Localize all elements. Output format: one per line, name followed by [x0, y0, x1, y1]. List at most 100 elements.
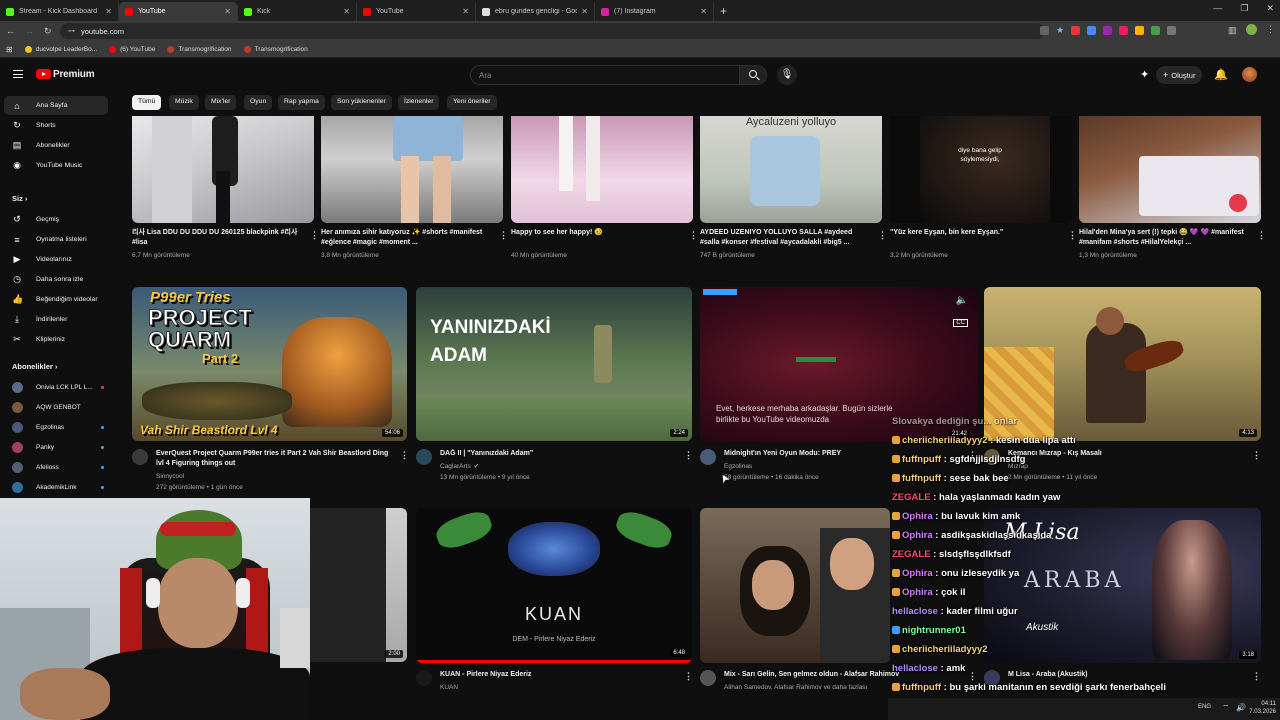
extension-icon[interactable]	[1071, 26, 1081, 35]
short-thumbnail[interactable]	[132, 116, 314, 223]
sidebar-item-your-videos[interactable]: ▶ Videolarınız	[4, 250, 108, 269]
channel-name[interactable]: CaglarArts ✔	[440, 461, 479, 472]
subscriptions-heading[interactable]: Abonelikler ›	[12, 362, 57, 371]
short-thumbnail[interactable]	[1079, 116, 1261, 223]
video-thumbnail[interactable]: KUAN DEM - Pirlere Niyaz Ederiz 6:48	[416, 508, 692, 663]
menu-hamburger-icon[interactable]	[13, 70, 23, 78]
channel-name[interactable]: KUAN	[440, 682, 458, 693]
side-panel-icon[interactable]: ▥	[1228, 25, 1237, 36]
install-icon[interactable]	[1040, 26, 1049, 35]
chat-username[interactable]: fuffnpuff	[902, 454, 941, 465]
bookmark-item[interactable]: Transmogrification	[243, 45, 308, 53]
chat-username[interactable]: Ophira	[902, 587, 933, 598]
channel-name[interactable]: Sinnycool	[156, 471, 184, 482]
filter-chip[interactable]: İzlenenler	[398, 95, 440, 110]
short-thumbnail[interactable]	[511, 116, 693, 223]
you-section-heading[interactable]: Siz ›	[12, 194, 27, 203]
sidebar-item-liked[interactable]: 👍 Beğendiğim videolar	[4, 290, 108, 309]
filter-chip[interactable]: Mix'ler	[205, 95, 237, 110]
browser-tab[interactable]: YouTube ✕	[119, 2, 238, 21]
captions-icon[interactable]: CC	[953, 319, 968, 327]
short-title[interactable]: 리사 Lisa DDU DU DDU DU 260125 blackpink #…	[132, 228, 302, 248]
more-options-icon[interactable]: ⋮	[499, 230, 508, 241]
extension-icon[interactable]	[1087, 26, 1097, 35]
apps-grid-icon[interactable]: ⊞	[6, 45, 13, 54]
filter-chip[interactable]: Tümü	[132, 95, 162, 110]
video-thumbnail[interactable]	[700, 508, 890, 663]
sidebar-subscription[interactable]: Afelioss	[4, 458, 108, 477]
forward-icon[interactable]: →	[25, 26, 34, 36]
sidebar-subscription[interactable]: Panky	[4, 438, 108, 457]
browser-tab[interactable]: Stream - Kick Dashboard ✕	[0, 2, 119, 21]
address-bar[interactable]: ⊶ youtube.com	[60, 23, 1045, 39]
channel-name[interactable]: Egzolinas	[724, 461, 752, 472]
short-thumbnail[interactable]: Aycaluzeni yolluyo	[700, 116, 882, 223]
more-options-icon[interactable]: ⋮	[310, 230, 319, 241]
short-title[interactable]: AYDEED UZENIYO YOLLUYO SALLA #aydeed #sa…	[700, 228, 870, 248]
sidebar-subscription[interactable]: AkademikLink	[4, 478, 108, 497]
create-button[interactable]: + Oluştur	[1156, 66, 1202, 84]
back-icon[interactable]: ←	[6, 26, 15, 36]
chat-username[interactable]: Ophira	[902, 530, 933, 541]
browser-tab[interactable]: Kick ✕	[238, 2, 357, 21]
more-options-icon[interactable]: ⋮	[400, 450, 409, 461]
filter-chip[interactable]: Son yüklenenler	[331, 95, 392, 110]
chat-username[interactable]: hellaclose	[892, 663, 938, 674]
site-info-icon[interactable]: ⊶	[68, 27, 75, 35]
channel-avatar[interactable]	[416, 670, 432, 686]
maximize-icon[interactable]: ❐	[1240, 3, 1248, 14]
keyboard-language[interactable]: ENG	[1198, 704, 1211, 710]
video-title[interactable]: EverQuest Project Quarm P99er tries it P…	[156, 449, 396, 469]
channel-avatar[interactable]	[700, 670, 716, 686]
extension-icon[interactable]	[1135, 26, 1145, 35]
chat-username[interactable]: fuffnpuff	[902, 682, 941, 693]
extension-icon[interactable]	[1119, 26, 1129, 35]
sidebar-item-music[interactable]: ◉ YouTube Music	[4, 156, 108, 175]
sidebar-item-playlists[interactable]: ≡ Oynatma listeleri	[4, 230, 108, 249]
tab-close-icon[interactable]: ✕	[343, 7, 350, 16]
short-thumbnail[interactable]	[321, 116, 503, 223]
channel-avatar[interactable]	[416, 449, 432, 465]
more-options-icon[interactable]: ⋮	[689, 230, 698, 241]
bookmark-item[interactable]: (6) YouTube	[109, 45, 155, 53]
sidebar-subscription[interactable]: Egzolinas	[4, 418, 108, 437]
filter-chip[interactable]: Oyun	[244, 95, 273, 110]
short-title[interactable]: Her anımıza sihir katıyoruz ✨ #shorts #m…	[321, 228, 491, 248]
voice-search-icon[interactable]: 🎙	[777, 65, 797, 85]
youtube-brand[interactable]: Premium	[53, 69, 95, 80]
volume-icon[interactable]: 🔊	[1236, 703, 1246, 712]
tab-close-icon[interactable]: ✕	[700, 7, 707, 16]
new-tab-icon[interactable]: +	[714, 2, 733, 21]
notifications-bell-icon[interactable]: 🔔	[1214, 68, 1228, 81]
sidebar-item-subscriptions[interactable]: ▤ Abonelikler	[4, 136, 108, 155]
short-title[interactable]: Happy to see her happy! 🥹	[511, 228, 681, 248]
sidebar-item-history[interactable]: ↺ Geçmiş	[4, 210, 108, 229]
extension-icon[interactable]	[1151, 26, 1161, 35]
chat-username[interactable]: ZEGALE	[892, 549, 931, 560]
chat-username[interactable]: nightrunner01	[902, 625, 966, 636]
chrome-menu-icon[interactable]: ⋮	[1266, 24, 1275, 35]
profile-avatar[interactable]	[1246, 24, 1257, 35]
more-options-icon[interactable]: ⋮	[684, 450, 693, 461]
account-avatar[interactable]	[1242, 67, 1257, 82]
reload-icon[interactable]: ↻	[44, 26, 52, 37]
more-options-icon[interactable]: ⋮	[1257, 230, 1266, 241]
browser-tab[interactable]: (7) Instagram ✕	[595, 2, 714, 21]
video-title[interactable]: DAĞ II | "Yanınızdaki Adam"	[440, 449, 680, 459]
search-input[interactable]: Ara	[470, 65, 740, 85]
sidebar-item-clips[interactable]: ✂ Klipleriniz	[4, 330, 108, 349]
extension-icon[interactable]	[1103, 26, 1113, 35]
youtube-logo-icon[interactable]	[36, 69, 51, 79]
clock-time[interactable]: 04:11	[1248, 700, 1276, 708]
chat-username[interactable]: Ophira	[902, 568, 933, 579]
browser-tab[interactable]: YouTube ✕	[357, 2, 476, 21]
chat-username[interactable]: cheriicheriiladyyy2	[902, 435, 988, 446]
minimize-icon[interactable]: —	[1213, 3, 1222, 14]
more-options-icon[interactable]: ⋮	[1068, 230, 1077, 241]
tab-close-icon[interactable]: ✕	[462, 7, 469, 16]
sidebar-subscription[interactable]: Onivia LCK LPL L...	[4, 378, 108, 397]
channel-name[interactable]: Alihan Samedov, Alafsar Rahimov ve daha …	[724, 682, 867, 693]
sidebar-item-shorts[interactable]: ↻ Shorts	[4, 116, 108, 135]
short-thumbnail[interactable]: diye bana gelip söylemesiydi,	[890, 116, 1072, 223]
channel-avatar[interactable]	[700, 449, 716, 465]
